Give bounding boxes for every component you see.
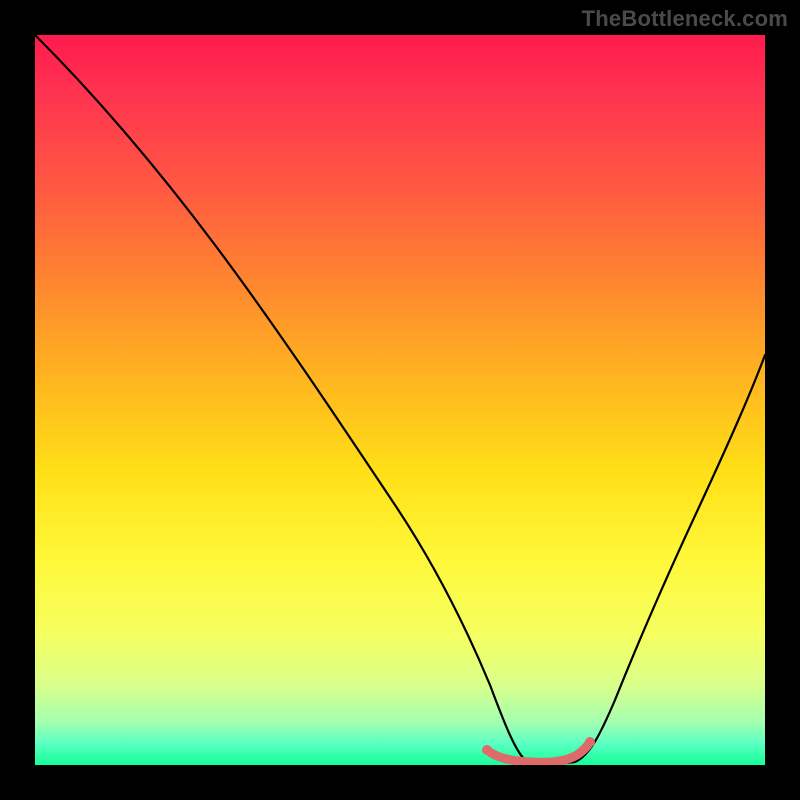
watermark-text: TheBottleneck.com <box>582 6 788 32</box>
chart-frame: TheBottleneck.com <box>0 0 800 800</box>
optimal-band-marker <box>487 742 590 762</box>
bottleneck-curve <box>35 35 765 764</box>
optimal-right-dot <box>585 737 595 747</box>
curve-layer <box>35 35 765 765</box>
optimal-left-dot <box>482 745 492 755</box>
plot-area <box>35 35 765 765</box>
